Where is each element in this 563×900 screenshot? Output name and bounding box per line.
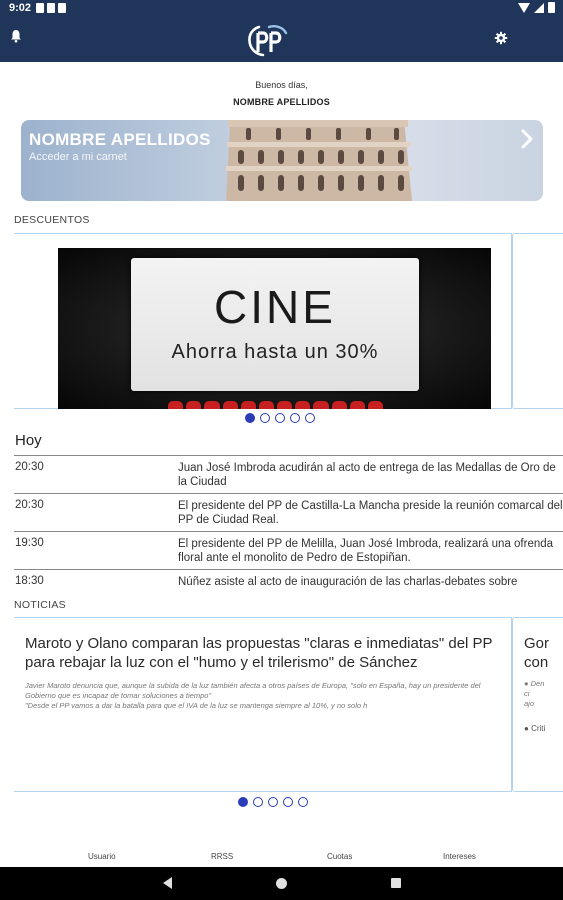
next-news-title: Gor con — [524, 634, 563, 672]
news-card[interactable]: Maroto y Olano comparan las propuestas "… — [14, 617, 512, 792]
nav-item-intereses[interactable]: Intereses — [443, 852, 476, 861]
system-nav-bar — [0, 867, 563, 900]
member-card[interactable]: NOMBRE APELLIDOS Acceder a mi carnet — [21, 120, 543, 201]
event-time: 18:30 — [15, 575, 44, 587]
system-icons — [518, 2, 555, 13]
card-subtitle: Acceder a mi carnet — [29, 151, 127, 163]
page-dot[interactable] — [290, 413, 300, 423]
page-dot[interactable] — [268, 797, 278, 807]
discounts-pagination — [245, 413, 315, 423]
bell-icon[interactable] — [10, 29, 22, 43]
nav-item-rrss[interactable]: RRSS — [211, 852, 233, 861]
news-summary-line: "Desde el PP vamos a dar la batalla para… — [25, 701, 368, 710]
news-summary: Javier Maroto denuncia que, aunque la su… — [25, 681, 510, 711]
event-row[interactable]: 20:30 Juan José Imbroda acudirán al acto… — [14, 455, 563, 493]
card-name: NOMBRE APELLIDOS — [29, 130, 211, 149]
battery-icon — [548, 2, 555, 13]
event-time: 19:30 — [15, 537, 44, 549]
page-dot[interactable] — [283, 797, 293, 807]
event-row[interactable]: 20:30 El presidente del PP de Castilla-L… — [14, 493, 563, 531]
page-dot[interactable] — [245, 413, 255, 423]
event-text: El presidente del PP de Melilla, Juan Jo… — [178, 538, 554, 564]
nav-item-cuotas[interactable]: Cuotas — [327, 852, 352, 861]
event-row[interactable]: 18:30 Núñez asiste al acto de inauguraci… — [14, 569, 563, 591]
event-text: Juan José Imbroda acudirán al acto de en… — [178, 462, 556, 488]
pp-logo — [248, 25, 288, 57]
news-pagination — [238, 797, 308, 807]
discount-slide-cine[interactable]: CINE Ahorra hasta un 30% — [58, 248, 491, 409]
event-time: 20:30 — [15, 461, 44, 473]
notification-icon — [58, 3, 66, 13]
user-name: NOMBRE APELLIDOS — [233, 97, 330, 107]
next-news-bullet: ajo — [524, 699, 535, 708]
chevron-right-icon[interactable] — [520, 128, 534, 150]
page-dot[interactable] — [253, 797, 263, 807]
event-time: 20:30 — [15, 499, 44, 511]
gear-icon[interactable] — [494, 31, 508, 45]
page-dot[interactable] — [238, 797, 248, 807]
notification-icon — [36, 3, 44, 13]
tower-image — [226, 120, 412, 201]
news-title: Maroto y Olano comparan las propuestas "… — [25, 635, 493, 671]
next-news-bullet: ci — [524, 689, 530, 698]
bottom-nav: Usuario RRSS Cuotas Intereses — [0, 848, 563, 867]
app-header — [0, 17, 563, 62]
next-news-title-line: Gor — [524, 635, 550, 652]
news-summary-line: Javier Maroto denuncia que, aunque la su… — [25, 681, 481, 700]
slide-subtitle: Ahorra hasta un 30% — [171, 341, 379, 363]
news-next-card[interactable]: Gor con ● Den ci ajo ● Criti — [512, 617, 563, 792]
event-text: Núñez asiste al acto de inauguración de … — [178, 576, 518, 588]
status-time: 9:02 — [9, 2, 32, 14]
page-dot[interactable] — [305, 413, 315, 423]
notification-icons — [36, 3, 66, 13]
nav-item-usuario[interactable]: Usuario — [88, 852, 116, 861]
section-label-discounts: DESCUENTOS — [14, 214, 90, 226]
cinema-seats — [168, 401, 384, 409]
cinema-screen: CINE Ahorra hasta un 30% — [131, 258, 419, 391]
next-news-bullet: Den — [530, 679, 545, 688]
signal-icon — [534, 2, 544, 13]
discounts-next-slide[interactable] — [512, 233, 563, 409]
event-row[interactable]: 19:30 El presidente del PP de Melilla, J… — [14, 531, 563, 569]
next-news-title-line: con — [524, 654, 549, 671]
back-icon[interactable] — [163, 877, 172, 889]
section-label-news: NOTICIAS — [14, 599, 66, 611]
next-news-bullet-2: ● Criti — [524, 724, 546, 733]
slide-title: CINE — [214, 281, 336, 333]
next-news-bullet: Criti — [531, 724, 546, 733]
today-title: Hoy — [15, 432, 42, 449]
greeting-text: Buenos días, — [255, 80, 308, 90]
page-dot[interactable] — [275, 413, 285, 423]
home-icon[interactable] — [276, 878, 287, 889]
page-dot[interactable] — [260, 413, 270, 423]
page-dot[interactable] — [298, 797, 308, 807]
notification-icon — [47, 3, 55, 13]
recent-apps-icon[interactable] — [391, 878, 401, 888]
status-bar: 9:02 — [0, 0, 563, 17]
event-text: El presidente del PP de Castilla-La Manc… — [178, 500, 563, 526]
wifi-icon — [518, 2, 530, 13]
next-news-summary: ● Den ci ajo — [524, 679, 545, 708]
